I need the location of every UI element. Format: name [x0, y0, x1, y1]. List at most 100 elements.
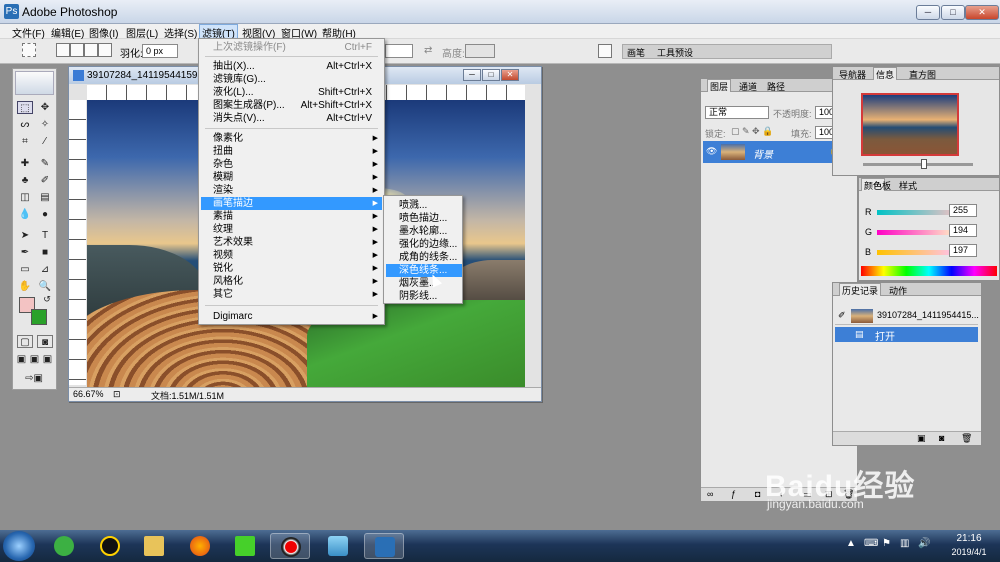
menu-filter[interactable]: 滤镜(T) [199, 24, 238, 40]
width-input[interactable] [385, 44, 413, 58]
marquee-tool-icon[interactable]: ⬚ [17, 101, 33, 114]
menu-item-digimarc[interactable]: Digimarc ▶ [201, 310, 382, 323]
menu-item-vanishing-point[interactable]: 消失点(V)... Alt+Ctrl+V [201, 112, 382, 125]
tab-navigator[interactable]: 导航器 [837, 68, 868, 81]
menu-item-texture[interactable]: 纹理 ▶ [201, 223, 382, 236]
taskbar-firefox[interactable] [180, 533, 220, 559]
menu-item-liquify[interactable]: 液化(L)... Shift+Ctrl+X [201, 86, 382, 99]
tab-history[interactable]: 历史记录 [839, 283, 882, 296]
notes-tool-icon[interactable]: ▭ [17, 263, 33, 276]
swap-colors-icon[interactable]: ↺ [39, 293, 55, 306]
taskbar-video-player[interactable] [225, 533, 265, 559]
maximize-button[interactable]: □ [941, 5, 965, 20]
shape-tool-icon[interactable]: ■ [37, 246, 53, 259]
crop-tool-icon[interactable]: ⌗ [17, 135, 33, 148]
menu-item-blur[interactable]: 模糊 ▶ [201, 171, 382, 184]
healing-brush-tool-icon[interactable]: ✚ [17, 157, 33, 170]
menu-item-artistic[interactable]: 艺术效果 ▶ [201, 236, 382, 249]
eye-icon[interactable]: 👁 [706, 146, 717, 157]
subtract-selection-icon[interactable] [84, 43, 98, 57]
submenu-item-crosshatch[interactable]: 阴影线... [386, 290, 462, 303]
brush-tool-icon[interactable]: ✎ [37, 157, 53, 170]
submenu-item-sumi-e[interactable]: 墨水轮廓... [386, 225, 462, 238]
volume-icon[interactable]: 🔊 [918, 538, 930, 549]
swap-icon[interactable]: ⇄ [424, 45, 432, 56]
menu-layer[interactable]: 图层(L) [126, 25, 158, 40]
menu-item-distort[interactable]: 扭曲 ▶ [201, 145, 382, 158]
menu-edit[interactable]: 编辑(E) [51, 25, 84, 40]
intersect-selection-icon[interactable] [98, 43, 112, 57]
new-selection-icon[interactable] [56, 43, 70, 57]
menu-item-extract[interactable]: 抽出(X)... Alt+Ctrl+X [201, 60, 382, 73]
menu-item-video[interactable]: 视频 ▶ [201, 249, 382, 262]
menu-item-sketch[interactable]: 素描 ▶ [201, 210, 382, 223]
menu-item-pattern-maker[interactable]: 图案生成器(P)... Alt+Shift+Ctrl+X [201, 99, 382, 112]
history-snapshot-row[interactable]: ✐ 39107284_1411954415... [835, 307, 979, 325]
taskbar-360-browser[interactable] [44, 533, 84, 559]
menu-item-last-filter[interactable]: 上次滤镜操作(F) Ctrl+F [201, 41, 382, 54]
close-button[interactable]: ✕ [965, 5, 999, 20]
path-selection-tool-icon[interactable]: ➤ [17, 229, 33, 242]
status-menu-icon[interactable]: ⊡ [113, 389, 121, 400]
flag-icon[interactable]: ⚑ [882, 538, 891, 549]
menu-item-pixelate[interactable]: 像素化 ▶ [201, 132, 382, 145]
add-selection-icon[interactable] [70, 43, 84, 57]
submenu-item-ink-outlines[interactable]: 烟灰墨... [386, 277, 462, 290]
taskbar-recorder[interactable] [270, 533, 310, 559]
feather-input[interactable]: 0 px [142, 44, 178, 58]
palette-well-icon[interactable] [598, 44, 612, 58]
marquee-tool-preset-icon[interactable] [22, 43, 36, 57]
delete-state-icon[interactable]: 🗑 [961, 433, 972, 444]
dodge-tool-icon[interactable]: ● [37, 208, 53, 221]
navigator-preview[interactable] [861, 93, 959, 156]
taskbar-explorer[interactable] [134, 533, 174, 559]
history-step-row[interactable]: ▤ 打开 [835, 327, 978, 343]
menu-item-noise[interactable]: 杂色 ▶ [201, 158, 382, 171]
menu-item-other[interactable]: 其它 ▶ [201, 288, 382, 301]
gradient-tool-icon[interactable]: ▤ [37, 191, 53, 204]
history-brush-tool-icon[interactable]: ✐ [37, 174, 53, 187]
screen-mode-menubar-icon[interactable]: ▣ [28, 353, 41, 366]
menu-item-sharpen[interactable]: 锐化 ▶ [201, 262, 382, 275]
new-document-from-state-icon[interactable]: ▣ [917, 433, 926, 444]
eraser-tool-icon[interactable]: ◫ [17, 191, 33, 204]
background-color-swatch[interactable] [31, 309, 47, 325]
jump-to-imageready-icon[interactable]: ⇨▣ [19, 372, 49, 385]
screen-mode-standard-icon[interactable]: ▣ [15, 353, 28, 366]
menu-item-stylize[interactable]: 风格化 ▶ [201, 275, 382, 288]
b-value-input[interactable]: 197 [949, 244, 977, 257]
doc-close-button[interactable]: ✕ [501, 69, 519, 81]
tab-channels[interactable]: 通道 [737, 80, 759, 93]
layer-row-background[interactable]: 👁 背景 🔒 [703, 141, 847, 163]
taskbar-photoshop[interactable] [364, 533, 404, 559]
hand-tool-icon[interactable]: ✋ [17, 280, 33, 293]
slice-tool-icon[interactable]: ⁄ [37, 135, 53, 148]
clock-date[interactable]: 2019/4/1 [942, 547, 996, 557]
submenu-item-dark-strokes[interactable]: 深色线条... [386, 264, 462, 277]
eyedropper-tool-icon[interactable]: ⊿ [37, 263, 53, 276]
zoom-level[interactable]: 66.67% [73, 389, 104, 399]
keyboard-icon[interactable]: ⌨ [864, 538, 878, 549]
link-layers-icon[interactable]: ∞ [707, 489, 713, 499]
tab-actions[interactable]: 动作 [887, 284, 909, 297]
submenu-item-sprayed-strokes[interactable]: 喷色描边... [386, 212, 462, 225]
menu-file[interactable]: 文件(F) [12, 25, 45, 40]
tab-styles[interactable]: 样式 [897, 179, 919, 192]
menu-image[interactable]: 图像(I) [89, 25, 118, 40]
history-brush-source-icon[interactable]: ✐ [838, 310, 846, 321]
feather-logo-icon[interactable] [15, 71, 54, 95]
tab-tool-presets[interactable]: 工具预设 [657, 46, 693, 59]
tab-layers[interactable]: 图层 [707, 79, 732, 92]
height-input[interactable] [465, 44, 495, 58]
taskbar-qq[interactable] [90, 533, 130, 559]
show-hidden-icons[interactable]: ▲ [846, 538, 856, 549]
minimize-button[interactable]: ─ [916, 5, 940, 20]
tab-paths[interactable]: 路径 [765, 80, 787, 93]
lock-icons[interactable]: ▢ ✎ ✥ 🔒 [731, 126, 773, 137]
menu-item-render[interactable]: 渲染 ▶ [201, 184, 382, 197]
layer-style-icon[interactable]: ƒ [731, 489, 736, 499]
layer-mask-icon[interactable]: ◘ [755, 489, 760, 499]
lasso-tool-icon[interactable]: ᔕ [17, 118, 33, 131]
submenu-item-spatter[interactable]: 喷溅... [386, 199, 462, 212]
menu-item-brush-strokes[interactable]: 画笔描边 ▶ [201, 197, 382, 210]
